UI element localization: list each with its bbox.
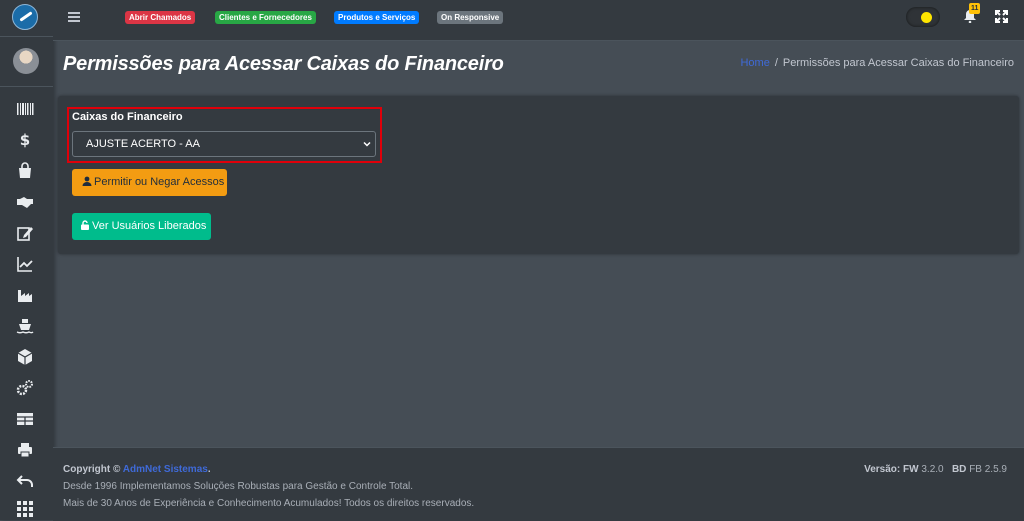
permit-access-label: Permitir ou Negar Acessos bbox=[94, 176, 225, 188]
permit-access-button[interactable]: Permitir ou Negar Acessos bbox=[72, 169, 227, 196]
breadcrumb: Home / Permissões para Acessar Caixas do F… bbox=[740, 57, 1014, 69]
brand-link[interactable]: AdmNet Sistemas bbox=[123, 464, 208, 475]
breadcrumb-home-link[interactable]: Home bbox=[740, 57, 769, 69]
grid-icon[interactable] bbox=[15, 500, 35, 518]
edit-icon[interactable] bbox=[15, 224, 35, 242]
footer-rights: Mais de 30 Anos de Experiência e Conheci… bbox=[63, 498, 475, 509]
clientes-fornecedores-link[interactable]: Clientes e Fornecedores bbox=[215, 11, 316, 24]
theme-toggle[interactable] bbox=[906, 7, 940, 27]
version-label: Versão: bbox=[864, 464, 901, 475]
chart-line-icon[interactable] bbox=[15, 255, 35, 273]
undo-icon[interactable] bbox=[15, 472, 35, 490]
app-logo[interactable] bbox=[12, 4, 38, 30]
cogs-icon[interactable] bbox=[15, 379, 35, 397]
menu-toggle-icon[interactable] bbox=[68, 12, 80, 22]
fw-label: FW bbox=[903, 464, 919, 475]
produtos-servicos-link[interactable]: Produtos e Serviços bbox=[334, 11, 420, 24]
dollar-icon[interactable]: $ bbox=[15, 131, 35, 149]
handshake-icon[interactable] bbox=[15, 193, 35, 211]
notification-count-badge: 11 bbox=[969, 3, 981, 14]
user-icon bbox=[82, 176, 92, 186]
sidebar: $ bbox=[0, 0, 53, 520]
caixas-select[interactable]: AJUSTE ACERTO - AA bbox=[72, 131, 376, 157]
footer-tagline: Desde 1996 Implementamos Soluções Robust… bbox=[63, 481, 414, 492]
footer-copyright: Copyright © AdmNet Sistemas. bbox=[63, 464, 211, 475]
page-title: Permissões para Acessar Caixas do Financ… bbox=[63, 53, 504, 75]
copyright-suffix: . bbox=[207, 464, 211, 475]
top-navbar: Abrir Chamados Clientes e Fornecedores P… bbox=[53, 0, 1024, 41]
breadcrumb-current: Permissões para Acessar Caixas do Financ… bbox=[782, 57, 1014, 69]
view-users-button[interactable]: Ver Usuários Liberados bbox=[72, 213, 211, 240]
bd-version: FB 2.5.9 bbox=[969, 464, 1007, 475]
copyright-prefix: Copyright © bbox=[63, 464, 121, 475]
industry-icon[interactable] bbox=[15, 286, 35, 304]
shopping-bag-icon[interactable] bbox=[15, 162, 35, 180]
caixas-label: Caixas do Financeiro bbox=[72, 111, 183, 123]
abrir-chamados-link[interactable]: Abrir Chamados bbox=[125, 11, 196, 24]
fw-version: 3.2.0 bbox=[921, 464, 944, 475]
chevron-down-icon bbox=[363, 141, 371, 147]
bd-label: BD bbox=[951, 464, 967, 475]
table-icon[interactable] bbox=[15, 410, 35, 428]
sidebar-divider bbox=[0, 36, 53, 37]
breadcrumb-separator: / bbox=[774, 57, 778, 69]
fullscreen-icon[interactable] bbox=[995, 10, 1008, 23]
sidebar-divider bbox=[0, 86, 53, 87]
ship-icon[interactable] bbox=[15, 317, 35, 335]
cube-icon[interactable] bbox=[15, 348, 35, 366]
toggle-knob bbox=[921, 12, 932, 23]
barcode-icon[interactable] bbox=[15, 100, 35, 118]
print-icon[interactable] bbox=[15, 441, 35, 459]
on-responsive-link[interactable]: On Responsive bbox=[437, 11, 504, 24]
version-info: Versão: FW 3.2.0 BD FB 2.5.9 bbox=[864, 464, 1007, 475]
view-users-label: Ver Usuários Liberados bbox=[92, 220, 207, 232]
user-avatar[interactable] bbox=[13, 48, 39, 74]
unlock-icon bbox=[81, 220, 89, 230]
select-value: AJUSTE ACERTO - AA bbox=[86, 138, 200, 150]
footer: Copyright © AdmNet Sistemas. Desde 1996 … bbox=[53, 447, 1024, 521]
